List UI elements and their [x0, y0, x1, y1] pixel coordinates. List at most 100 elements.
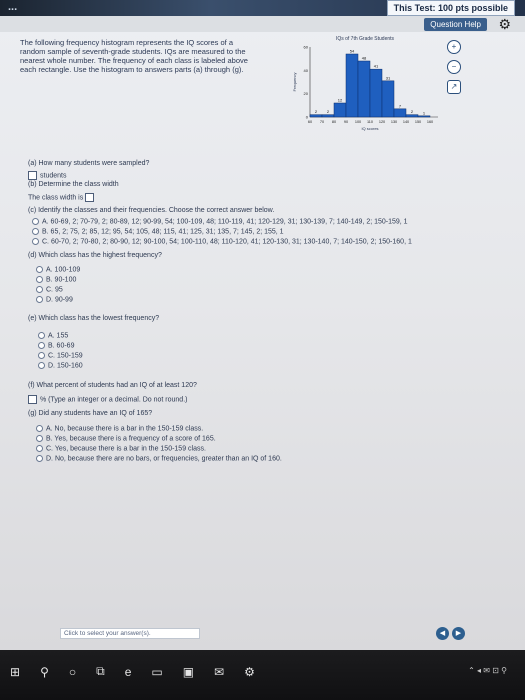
- x-tick-label: 110: [367, 120, 373, 124]
- zoom-in-icon[interactable]: +: [447, 40, 461, 54]
- part-g-option-b[interactable]: B. Yes, because there is a frequency of …: [36, 435, 216, 442]
- x-tick-label: 150: [415, 120, 421, 124]
- part-d-option-c[interactable]: C. 95: [36, 286, 63, 293]
- part-d-option-b[interactable]: B. 90-100: [36, 276, 76, 283]
- part-a-question: (a) How many students were sampled?: [28, 160, 150, 167]
- histogram-bar: [321, 114, 335, 118]
- part-e-option-b[interactable]: B. 60-69: [38, 342, 74, 349]
- histogram-bar: [417, 115, 431, 118]
- part-e-option-c[interactable]: C. 150-159: [38, 352, 83, 359]
- radio-icon[interactable]: [32, 218, 39, 225]
- histogram-bar: [333, 102, 347, 118]
- part-e-option-a[interactable]: A. 155: [38, 332, 68, 339]
- chart-xlabel: IQ scores: [361, 126, 378, 131]
- radio-icon[interactable]: [36, 445, 43, 452]
- search-icon[interactable]: ⚲: [40, 665, 49, 679]
- window-title: ...: [8, 1, 18, 13]
- part-b-prefix: The class width is: [28, 194, 84, 202]
- part-a-answer: students: [28, 171, 66, 180]
- part-e-option-d[interactable]: D. 150-160: [38, 362, 83, 369]
- x-tick-label: 80: [332, 120, 336, 124]
- radio-icon[interactable]: [36, 286, 43, 293]
- radio-icon[interactable]: [38, 352, 45, 359]
- part-b-input[interactable]: [85, 193, 95, 202]
- gear-icon[interactable]: ⚙: [498, 16, 511, 33]
- radio-icon[interactable]: [36, 455, 43, 462]
- radio-icon[interactable]: [32, 228, 39, 235]
- x-tick-label: 100: [355, 120, 361, 124]
- chart-ylabel: Frequency: [292, 73, 297, 92]
- part-b-question: (b) Determine the class width: [28, 181, 119, 188]
- radio-icon[interactable]: [38, 342, 45, 349]
- taskbar-apps: ⊞ ⚲ ○ ⧉ e ▭ ▣ ✉ ⚙: [10, 664, 255, 679]
- part-b-answer: The class width is: [28, 193, 97, 202]
- radio-icon[interactable]: [38, 332, 45, 339]
- part-e-question: (e) Which class has the lowest frequency…: [28, 315, 160, 322]
- question-help-button[interactable]: Question Help: [424, 18, 487, 31]
- part-g-option-a[interactable]: A. No, because there is a bar in the 150…: [36, 425, 203, 432]
- radio-icon[interactable]: [36, 266, 43, 273]
- histogram-svg: IQs of 7th Grade Students Frequency IQ s…: [292, 36, 438, 131]
- histogram-bar: [393, 108, 407, 118]
- part-f-hint: % (Type an integer or a decimal. Do not …: [40, 396, 188, 404]
- y-tick-label: 40: [304, 68, 309, 73]
- system-tray[interactable]: ⌃ ◂ ✉ ⊡ ⚲: [468, 666, 507, 675]
- windows-start-icon[interactable]: ⊞: [10, 665, 20, 679]
- part-c-option-b[interactable]: B. 65, 2; 75, 2; 85, 12; 95, 54; 105, 48…: [32, 228, 284, 235]
- bar-label: 54: [350, 49, 355, 54]
- part-g-option-d[interactable]: D. No, because there are no bars, or fre…: [36, 455, 282, 462]
- settings-icon[interactable]: ⚙: [244, 665, 255, 679]
- radio-icon[interactable]: [36, 435, 43, 442]
- part-d-option-d[interactable]: D. 90-99: [36, 296, 73, 303]
- x-tick-label: 60: [308, 120, 312, 124]
- part-a-input[interactable]: [28, 171, 37, 180]
- histogram-bar: [345, 53, 359, 118]
- part-f-input[interactable]: [28, 395, 37, 404]
- question-nav: ◀ ▶: [436, 627, 465, 640]
- bar-label: 41: [374, 64, 379, 69]
- radio-icon[interactable]: [36, 296, 43, 303]
- part-f-question: (f) What percent of students had an IQ o…: [28, 382, 197, 389]
- radio-icon[interactable]: [38, 362, 45, 369]
- store-icon[interactable]: ▣: [183, 665, 194, 679]
- radio-icon[interactable]: [32, 238, 39, 245]
- mail-icon[interactable]: ✉: [214, 665, 224, 679]
- next-arrow-icon[interactable]: ▶: [452, 627, 465, 640]
- prev-arrow-icon[interactable]: ◀: [436, 627, 449, 640]
- folder-icon[interactable]: ▭: [151, 665, 162, 679]
- bar-label: 48: [362, 56, 367, 61]
- bar-label: 2: [327, 109, 330, 114]
- part-d-option-a[interactable]: A. 100-109: [36, 266, 80, 273]
- radio-icon[interactable]: [36, 425, 43, 432]
- part-c-option-c[interactable]: C. 60-70, 2; 70-80, 2; 80-90, 12; 90-100…: [32, 238, 412, 245]
- bar-label: 1: [423, 110, 426, 115]
- zoom-tools: + − ↗: [447, 40, 461, 94]
- bar-label: 31: [386, 75, 391, 80]
- histogram-bar: [309, 114, 323, 118]
- bar-label: 2: [411, 109, 414, 114]
- external-link-icon[interactable]: ↗: [447, 80, 461, 94]
- part-g-question: (g) Did any students have an IQ of 165?: [28, 410, 153, 417]
- part-f-answer: % (Type an integer or a decimal. Do not …: [28, 395, 187, 404]
- histogram-bar: [405, 114, 419, 118]
- histogram: IQs of 7th Grade Students Frequency IQ s…: [290, 32, 440, 132]
- chart-title: IQs of 7th Grade Students: [336, 36, 395, 42]
- part-d-question: (d) Which class has the highest frequenc…: [28, 252, 162, 259]
- tab-test[interactable]: This Test: 100 pts possible: [386, 0, 515, 16]
- task-view-icon[interactable]: ⧉: [96, 664, 105, 679]
- radio-icon[interactable]: [36, 276, 43, 283]
- part-c-option-a[interactable]: A. 60-69, 2; 70-79, 2; 80-89, 12; 90-99,…: [32, 218, 408, 225]
- cortana-icon[interactable]: ○: [69, 665, 76, 679]
- window-tabs: This Test: 100 pts possible: [386, 0, 515, 16]
- x-tick-label: 130: [391, 120, 397, 124]
- x-tick-label: 120: [379, 120, 385, 124]
- zoom-out-icon[interactable]: −: [447, 60, 461, 74]
- part-a-suffix: students: [40, 172, 67, 180]
- edge-icon[interactable]: e: [125, 665, 132, 679]
- question-intro: The following frequency histogram repres…: [20, 38, 248, 74]
- bar-label: 12: [338, 98, 343, 103]
- bar-label: 7: [399, 103, 402, 108]
- histogram-bar: [357, 60, 371, 118]
- x-tick-label: 160: [427, 120, 433, 124]
- part-g-option-c[interactable]: C. Yes, because there is a bar in the 15…: [36, 445, 206, 452]
